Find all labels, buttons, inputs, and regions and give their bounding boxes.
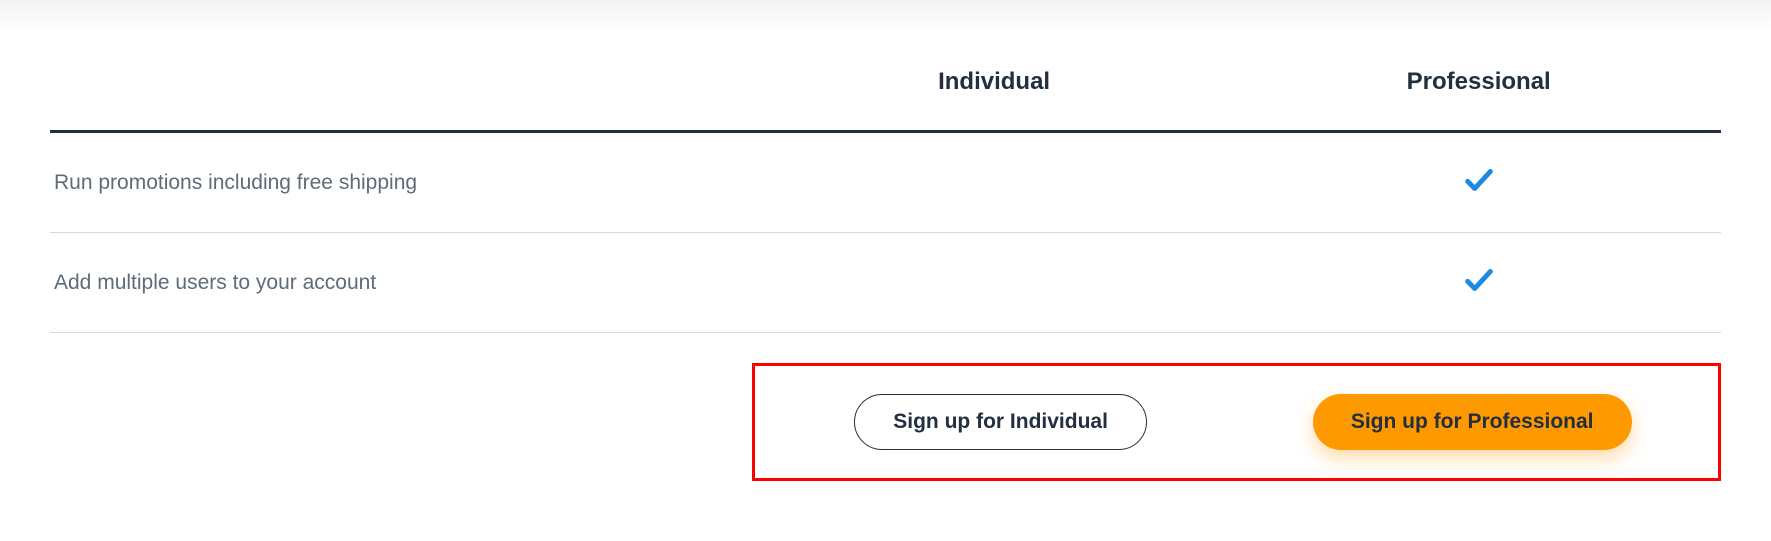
- cta-highlight: Sign up for Individual Sign up for Profe…: [752, 363, 1721, 481]
- cell-individual: [752, 132, 1237, 233]
- plan-comparison-table: Individual Professional Run promotions i…: [50, 40, 1721, 333]
- column-header-individual: Individual: [752, 40, 1237, 132]
- cell-individual: [752, 233, 1237, 333]
- check-icon: [1462, 284, 1496, 301]
- feature-label: Add multiple users to your account: [50, 233, 752, 333]
- feature-label: Run promotions including free shipping: [50, 132, 752, 233]
- table-row: Add multiple users to your account: [50, 233, 1721, 333]
- cell-professional: [1236, 233, 1721, 333]
- signup-individual-button[interactable]: Sign up for Individual: [854, 394, 1147, 450]
- table-row: Run promotions including free shipping: [50, 132, 1721, 233]
- check-icon: [1462, 184, 1496, 201]
- column-header-blank: [50, 40, 752, 132]
- column-header-professional: Professional: [1236, 40, 1721, 132]
- cell-professional: [1236, 132, 1721, 233]
- signup-professional-button[interactable]: Sign up for Professional: [1313, 394, 1632, 450]
